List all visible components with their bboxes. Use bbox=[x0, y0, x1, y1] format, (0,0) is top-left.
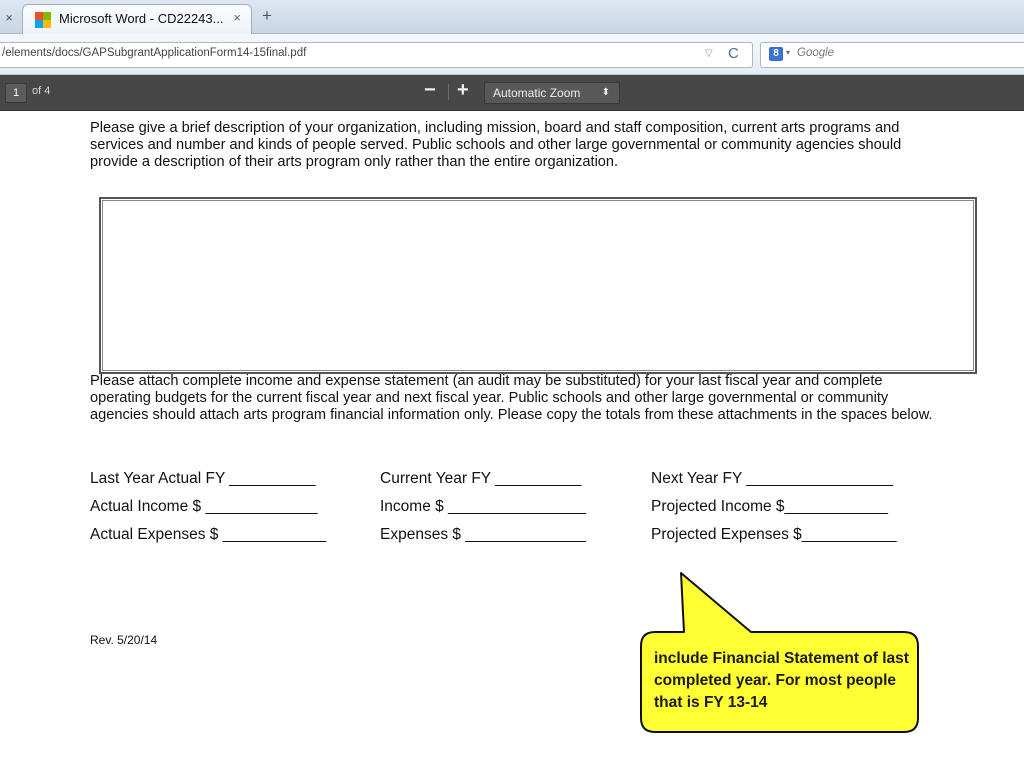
tab-title: Microsoft Word - CD22243... bbox=[59, 11, 224, 26]
search-placeholder: Google bbox=[797, 47, 835, 59]
next-year-fy-field[interactable]: Next Year FY _________________ bbox=[651, 470, 893, 488]
revision-date: Rev. 5/20/14 bbox=[90, 633, 158, 647]
navigation-bar: /elements/docs/GAPSubgrantApplicationFor… bbox=[0, 34, 1024, 75]
toolbar-divider bbox=[448, 84, 449, 100]
last-year-fy-field[interactable]: Last Year Actual FY __________ bbox=[90, 470, 316, 488]
zoom-in-button[interactable]: + bbox=[457, 79, 469, 102]
financial-statement-instructions: Please attach complete income and expens… bbox=[90, 373, 933, 423]
projected-income-field[interactable]: Projected Income $____________ bbox=[651, 498, 888, 516]
page-number-input[interactable]: 1 bbox=[5, 83, 27, 103]
actual-income-field[interactable]: Actual Income $ _____________ bbox=[90, 498, 318, 516]
search-engine-dropdown-icon[interactable]: ▾ bbox=[786, 48, 790, 57]
income-field[interactable]: Income $ ________________ bbox=[380, 498, 586, 516]
organization-description-field[interactable] bbox=[99, 197, 977, 374]
tab-close-icon[interactable]: × bbox=[233, 10, 241, 25]
actual-expenses-field[interactable]: Actual Expenses $ ____________ bbox=[90, 526, 326, 544]
pdf-toolbar: 1 of 4 − + Automatic Zoom ⬍ bbox=[0, 75, 1024, 111]
url-history-dropdown-icon[interactable]: ▽ bbox=[705, 48, 713, 59]
search-input[interactable]: 8 ▾ Google bbox=[760, 42, 1024, 68]
address-bar[interactable]: /elements/docs/GAPSubgrantApplicationFor… bbox=[0, 42, 753, 68]
current-year-fy-field[interactable]: Current Year FY __________ bbox=[380, 470, 581, 488]
url-text: /elements/docs/GAPSubgrantApplicationFor… bbox=[2, 47, 307, 59]
zoom-select-arrows-icon: ⬍ bbox=[601, 87, 610, 98]
google-search-engine-icon[interactable]: 8 bbox=[769, 47, 783, 61]
tab-bar: × Microsoft Word - CD22243... × + bbox=[0, 0, 1024, 34]
page-count: of 4 bbox=[32, 85, 51, 97]
projected-expenses-field[interactable]: Projected Expenses $___________ bbox=[651, 526, 897, 544]
word-document-icon bbox=[35, 12, 51, 28]
zoom-value: Automatic Zoom bbox=[493, 86, 581, 100]
organization-description-instructions: Please give a brief description of your … bbox=[90, 120, 902, 170]
browser-tab-active[interactable]: Microsoft Word - CD22243... × bbox=[22, 4, 252, 34]
callout-text: include Financial Statement of last comp… bbox=[654, 650, 909, 711]
zoom-out-button[interactable]: − bbox=[424, 79, 436, 102]
zoom-select[interactable]: Automatic Zoom ⬍ bbox=[484, 82, 620, 104]
previous-tab-close-icon[interactable]: × bbox=[0, 5, 18, 31]
reload-icon[interactable]: C bbox=[728, 45, 739, 62]
new-tab-button[interactable]: + bbox=[262, 6, 272, 26]
expenses-field[interactable]: Expenses $ ______________ bbox=[380, 526, 586, 544]
